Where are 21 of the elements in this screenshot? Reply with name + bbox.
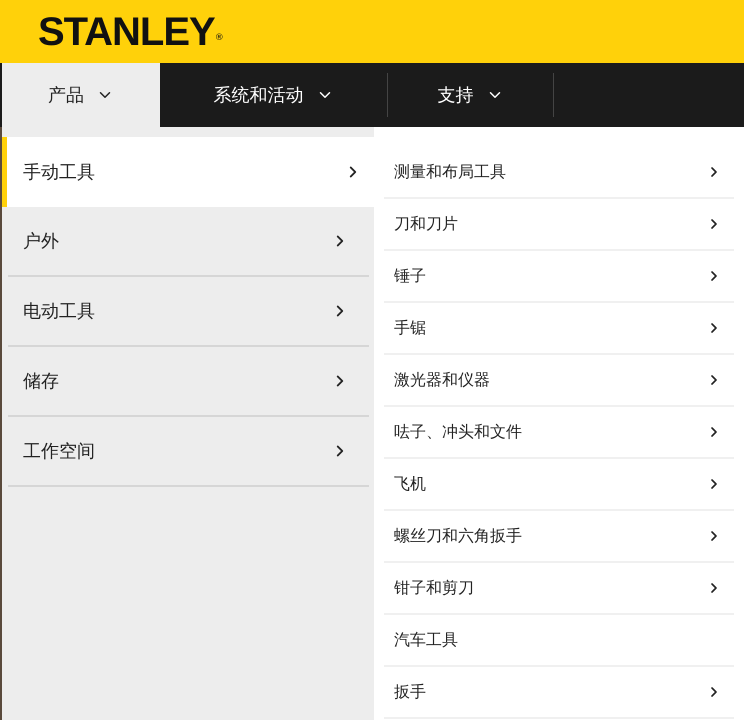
- category-item[interactable]: 储存: [8, 347, 369, 417]
- subcategory-item[interactable]: 扳手: [384, 667, 734, 719]
- registered-mark: ®: [214, 32, 224, 42]
- subcategory-item[interactable]: 锤子: [384, 251, 734, 303]
- subcategory-item[interactable]: 飞机: [384, 459, 734, 511]
- subcategory-item[interactable]: 激光器和仪器: [384, 355, 734, 407]
- logo[interactable]: STANLEY: [38, 12, 215, 52]
- category-item[interactable]: 工作空间: [8, 417, 369, 487]
- category-item[interactable]: 户外: [8, 207, 369, 277]
- subcategory-item[interactable]: 呿子、冲头和文件: [384, 407, 734, 459]
- subcategory-item[interactable]: 汽车工具: [384, 615, 734, 667]
- category-item[interactable]: 手动工具: [2, 137, 374, 207]
- subcategory-item[interactable]: 手锯: [384, 303, 734, 355]
- subcategory-item[interactable]: 螺丝刀和六角扳手: [384, 511, 734, 563]
- nav-tab[interactable]: 支持: [388, 73, 554, 117]
- nav-tab[interactable]: 产品: [2, 63, 160, 127]
- category-item[interactable]: 电动工具: [8, 277, 369, 347]
- subcategory-item[interactable]: 测量和布局工具: [384, 147, 734, 199]
- nav-tab[interactable]: 系统和活动: [160, 73, 388, 117]
- subcategory-item[interactable]: 刀和刀片: [384, 199, 734, 251]
- subcategory-item[interactable]: 钳子和剪刀: [384, 563, 734, 615]
